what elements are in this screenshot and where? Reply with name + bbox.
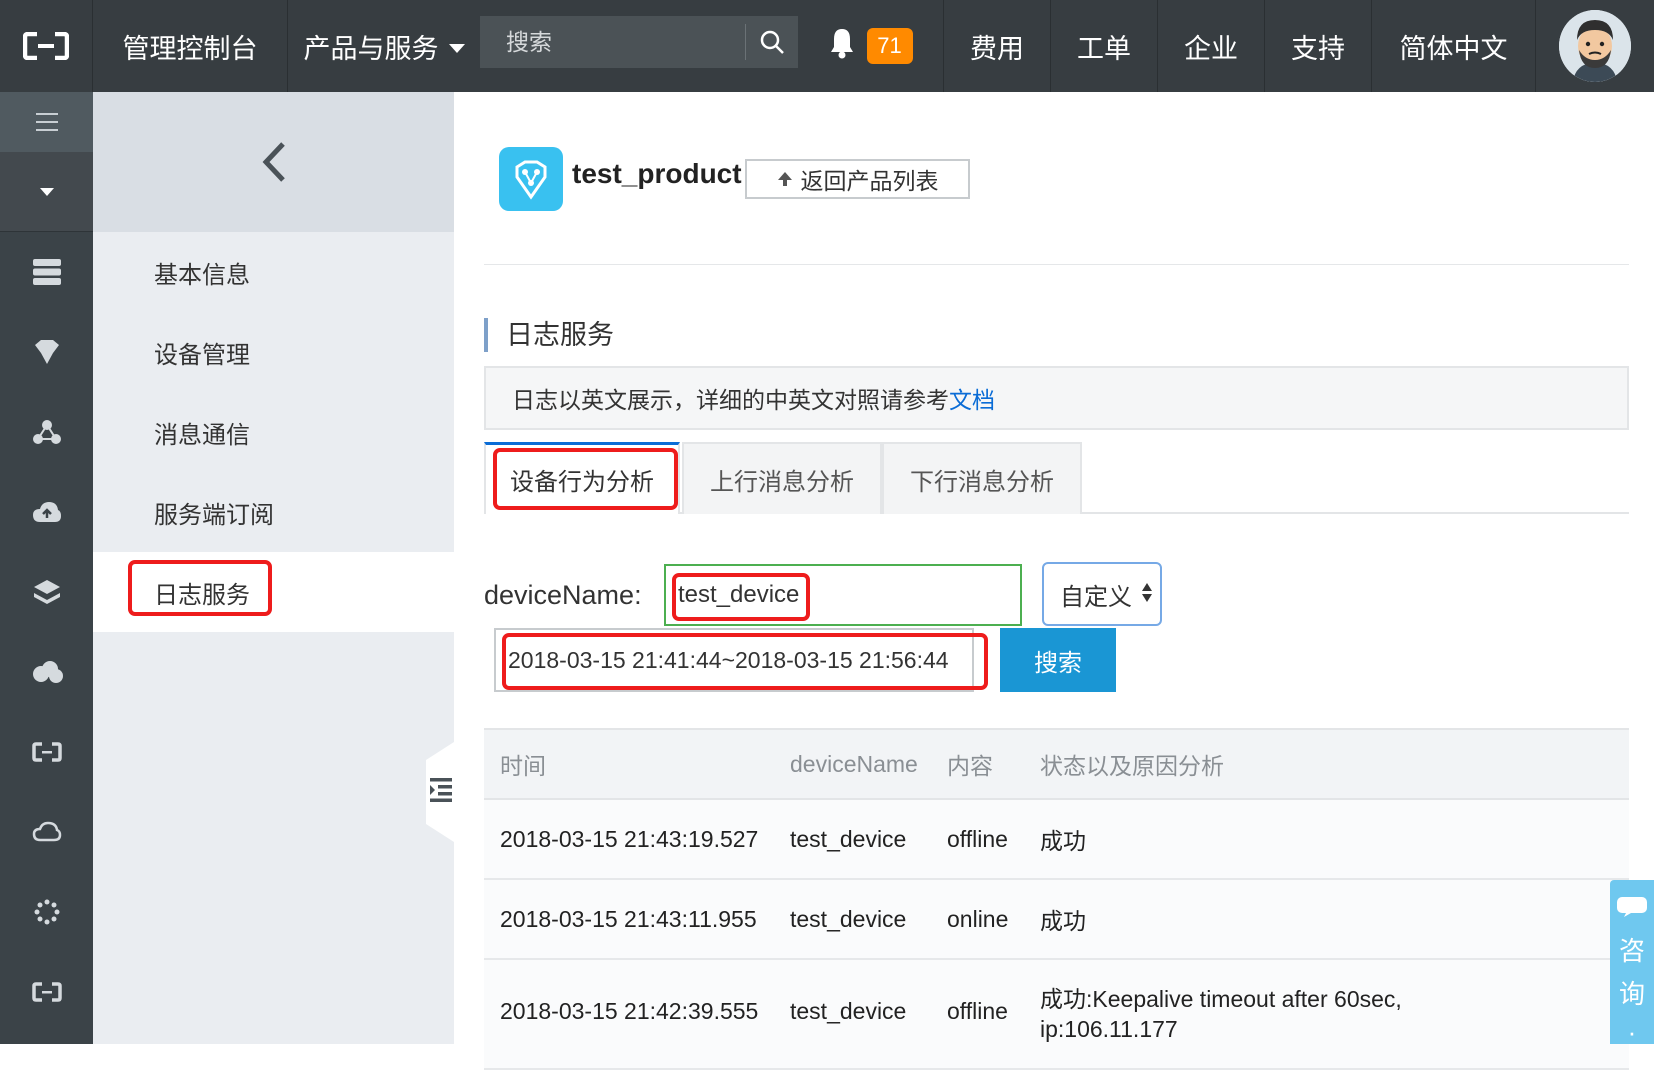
column-header-status: 状态以及原因分析 xyxy=(1024,728,1629,800)
sidebar-item-messaging[interactable]: 消息通信 xyxy=(93,392,454,472)
table-header-row: 时间 deviceName 内容 状态以及原因分析 xyxy=(484,728,1629,800)
row-content: online xyxy=(931,879,1024,960)
column-header-devicename: deviceName xyxy=(774,728,931,800)
time-range-input[interactable] xyxy=(494,628,974,692)
nav-ticket[interactable]: 工单 xyxy=(1051,0,1158,92)
row-status: 成功:Keepalive timeout after 60sec, ip:106… xyxy=(1024,959,1629,1070)
row-device: test_device xyxy=(774,959,931,1070)
cloud-cluster-icon[interactable] xyxy=(0,632,93,712)
back-to-product-list-button[interactable]: 返回产品列表 xyxy=(745,159,970,199)
icon-rail xyxy=(0,92,93,1044)
device-name-label: deviceName: xyxy=(484,580,642,610)
row-status-line1: 成功:Keepalive timeout after 60sec, xyxy=(1040,986,1402,1012)
caret-down-icon[interactable] xyxy=(0,152,93,232)
row-device: test_device xyxy=(774,799,931,880)
notice-text: 日志以英文展示，详细的中英文对照请参考 xyxy=(512,387,949,413)
consult-char-2: 询 xyxy=(1618,979,1645,1009)
section-title: 日志服务 xyxy=(484,318,614,352)
column-header-time: 时间 xyxy=(484,728,774,800)
dots-spinner-icon[interactable] xyxy=(0,872,93,952)
device-name-input[interactable] xyxy=(664,564,1022,626)
consult-char-3: · xyxy=(1627,1017,1637,1047)
notifications[interactable]: 71 xyxy=(798,0,944,92)
search-button[interactable]: 搜索 xyxy=(1000,628,1116,692)
chevron-down-icon xyxy=(448,43,465,53)
aliyun-bracket-icon-2[interactable] xyxy=(0,952,93,1032)
search-input[interactable] xyxy=(480,28,742,56)
log-table: 时间 deviceName 内容 状态以及原因分析 2018-03-15 21:… xyxy=(484,728,1629,1070)
sidebar-item-basic-info[interactable]: 基本信息 xyxy=(93,232,454,312)
row-content: offline xyxy=(931,799,1024,880)
sidebar-item-log-service[interactable]: 日志服务 xyxy=(93,552,454,632)
analysis-tabs: 设备行为分析 上行消息分析 下行消息分析 xyxy=(484,442,1629,514)
column-header-content: 内容 xyxy=(931,728,1024,800)
consult-char-1: 咨 xyxy=(1618,936,1645,966)
top-navbar: 管理控制台 产品与服务 71 费用 工单 企业 支持 简体中文 xyxy=(0,0,1654,92)
row-time: 2018-03-15 21:43:19.527 xyxy=(484,799,774,880)
nav-enterprise[interactable]: 企业 xyxy=(1158,0,1265,92)
back-arrow-icon[interactable] xyxy=(93,92,454,232)
table-row: 2018-03-15 21:43:11.955 test_device onli… xyxy=(484,879,1629,960)
nav-fee[interactable]: 费用 xyxy=(944,0,1051,92)
time-range-mode-value: 自定义 xyxy=(1060,583,1132,611)
avatar xyxy=(1559,10,1631,82)
tab-downstream-messages[interactable]: 下行消息分析 xyxy=(882,442,1082,514)
database-icon[interactable] xyxy=(0,232,93,312)
aliyun-logo-icon[interactable] xyxy=(0,0,93,92)
header-divider xyxy=(484,264,1629,265)
product-sidebar: 基本信息 设备管理 消息通信 服务端订阅 日志服务 xyxy=(93,92,454,1044)
table-row: 2018-03-15 21:42:39.555 test_device offl… xyxy=(484,959,1629,1070)
iot-product-icon[interactable] xyxy=(0,312,93,392)
sidebar-item-server-subscription[interactable]: 服务端订阅 xyxy=(93,472,454,552)
row-content: offline xyxy=(931,959,1024,1070)
consult-widget[interactable]: 咨 询 · xyxy=(1610,880,1654,1047)
back-button-label: 返回产品列表 xyxy=(800,168,939,194)
table-row: 2018-03-15 21:43:19.527 test_device offl… xyxy=(484,799,1629,880)
product-icon xyxy=(499,147,563,211)
select-arrows-icon xyxy=(1142,583,1152,602)
time-range-mode-select[interactable]: 自定义 xyxy=(1042,562,1162,626)
docs-link[interactable]: 文档 xyxy=(949,381,995,415)
nav-support[interactable]: 支持 xyxy=(1265,0,1372,92)
aliyun-bracket-icon[interactable] xyxy=(0,712,93,792)
chat-bubble-icon xyxy=(1616,894,1648,925)
upload-arrow-icon xyxy=(777,166,793,193)
row-time: 2018-03-15 21:43:11.955 xyxy=(484,879,774,960)
network-icon[interactable] xyxy=(0,392,93,472)
row-time: 2018-03-15 21:42:39.555 xyxy=(484,959,774,1070)
language-switch[interactable]: 简体中文 xyxy=(1372,0,1536,92)
main-content: test_product 返回产品列表 日志服务 日志以英文展示，详细的中英文对… xyxy=(454,92,1654,1070)
row-status: 成功 xyxy=(1024,799,1629,880)
cloud-upload-icon[interactable] xyxy=(0,472,93,552)
row-status: 成功 xyxy=(1024,879,1629,960)
notification-count-badge: 71 xyxy=(866,28,913,64)
row-status-line2: ip:106.11.177 xyxy=(1040,1016,1178,1042)
console-link[interactable]: 管理控制台 xyxy=(93,0,288,92)
indent-icon xyxy=(430,777,452,808)
row-device: test_device xyxy=(774,879,931,960)
user-menu[interactable] xyxy=(1536,0,1654,92)
tab-upstream-messages[interactable]: 上行消息分析 xyxy=(682,442,882,514)
notice-banner: 日志以英文展示，详细的中英文对照请参考 文档 xyxy=(484,366,1629,430)
products-menu[interactable]: 产品与服务 xyxy=(288,0,480,92)
product-name: test_product xyxy=(572,158,742,189)
top-search xyxy=(480,16,798,68)
search-icon[interactable] xyxy=(746,16,798,68)
bell-icon xyxy=(829,27,855,66)
products-menu-label: 产品与服务 xyxy=(303,33,439,64)
menu-icon[interactable] xyxy=(0,92,93,152)
layers-icon[interactable] xyxy=(0,552,93,632)
tab-device-behavior[interactable]: 设备行为分析 xyxy=(484,442,680,514)
cloud-outline-icon[interactable] xyxy=(0,792,93,872)
sidebar-item-device-management[interactable]: 设备管理 xyxy=(93,312,454,392)
